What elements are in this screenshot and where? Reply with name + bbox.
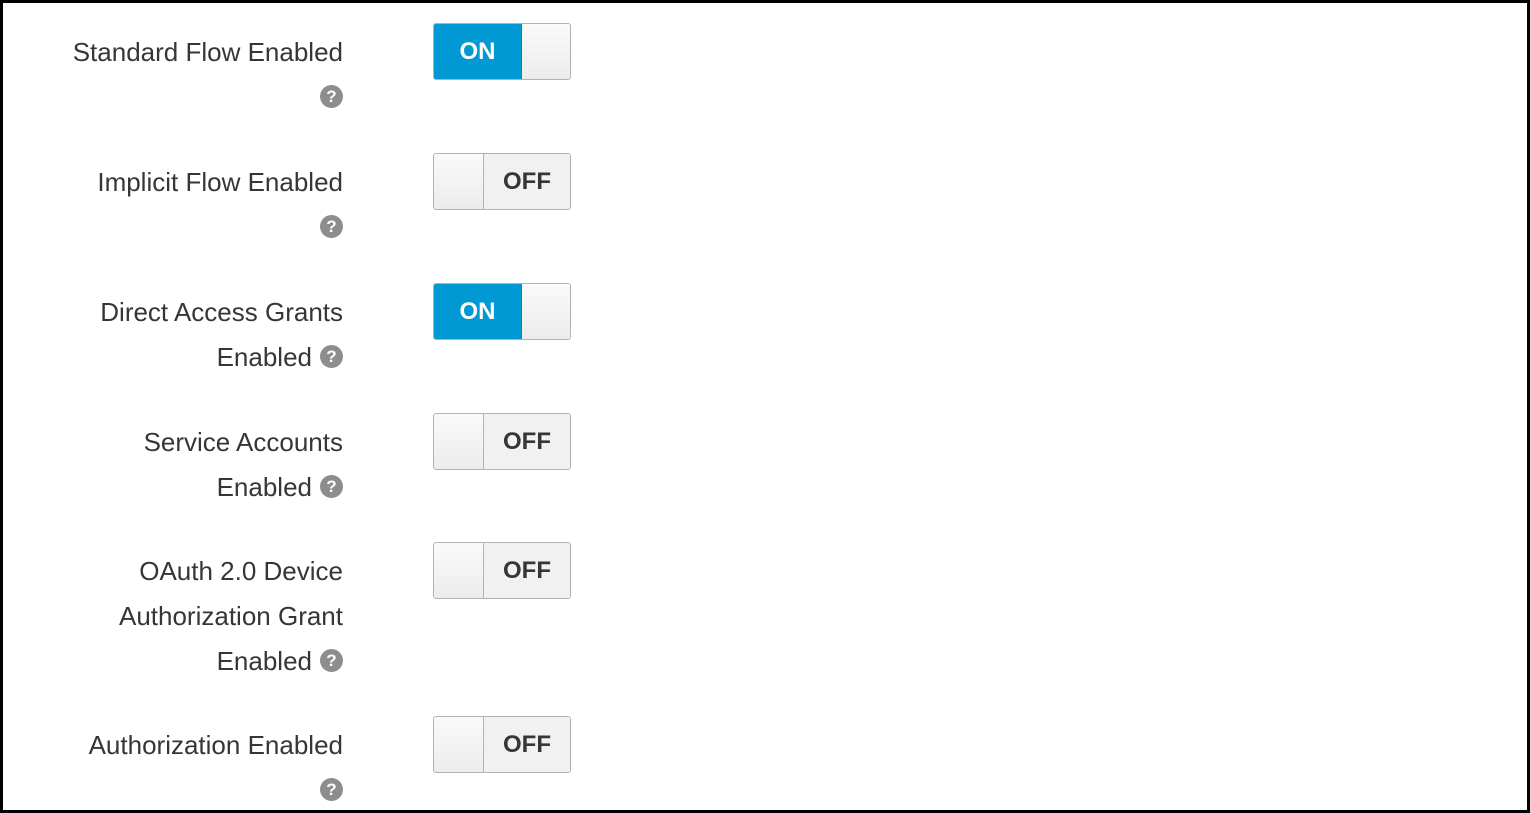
help-icon[interactable]: ? [320,648,343,672]
toggle-state-label: ON [434,284,522,339]
implicit-flow-toggle[interactable]: OFF [433,153,571,210]
toggle-state-label: ON [434,24,522,79]
setting-label: OAuth 2.0 Device Authorization Grant Ena… [3,549,343,684]
setting-label-line: Enabled [216,342,312,372]
setting-label-line: Enabled [216,472,312,502]
setting-label-line: OAuth 2.0 Device [139,556,343,586]
help-icon[interactable]: ? [320,84,343,108]
setting-label-line: Authorization Grant [118,601,343,631]
toggle-state-label: OFF [484,717,570,772]
toggle-state-label: OFF [484,414,570,469]
toggle-state-label: OFF [484,543,570,598]
standard-flow-toggle[interactable]: ON [433,23,571,80]
oauth-device-grant-toggle[interactable]: OFF [433,542,571,599]
setting-label-line: Implicit Flow Enabled [97,167,343,197]
setting-label: Standard Flow Enabled ? [3,30,343,120]
setting-label: Implicit Flow Enabled ? [3,160,343,250]
toggle-knob [434,717,484,772]
help-icon[interactable]: ? [320,214,343,238]
toggle-knob [522,24,570,79]
help-icon[interactable]: ? [320,777,343,801]
setting-label: Direct Access Grants Enabled? [3,290,343,380]
toggle-state-label: OFF [484,154,570,209]
direct-access-grants-toggle[interactable]: ON [433,283,571,340]
help-icon[interactable]: ? [320,344,343,368]
setting-label-line: Authorization Enabled [88,730,343,760]
setting-label-line: Standard Flow Enabled [72,37,343,67]
setting-label-line: Direct Access Grants [100,297,343,327]
help-icon[interactable]: ? [320,474,343,498]
settings-panel: Standard Flow Enabled ? ON Implicit Flow… [0,0,1530,813]
toggle-knob [522,284,570,339]
setting-label-line: Service Accounts [143,427,343,457]
toggle-knob [434,543,484,598]
setting-label: Service Accounts Enabled? [3,420,343,510]
setting-label-line: Enabled [216,646,312,676]
authorization-toggle[interactable]: OFF [433,716,571,773]
service-accounts-toggle[interactable]: OFF [433,413,571,470]
toggle-knob [434,154,484,209]
toggle-knob [434,414,484,469]
setting-label: Authorization Enabled ? [3,723,343,813]
